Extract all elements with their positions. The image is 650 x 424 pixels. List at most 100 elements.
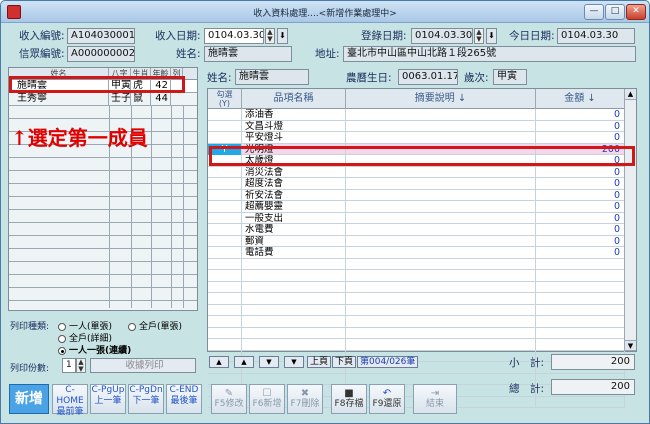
item-row[interactable] bbox=[208, 293, 625, 305]
item-row[interactable]: 平安燈斗 0 bbox=[208, 132, 625, 144]
nav-next-page-button[interactable]: 下頁 bbox=[332, 356, 357, 368]
nav-prev-page-button[interactable]: 上頁 bbox=[307, 356, 332, 368]
item-amount-cell: 0 bbox=[536, 178, 625, 190]
scroll-up-arrow[interactable]: ▲ bbox=[625, 89, 636, 100]
maximize-button[interactable]: □ bbox=[605, 4, 625, 20]
item-name-cell: 消災法會 bbox=[242, 166, 346, 178]
select-member-annotation: ↑選定第一成員 bbox=[11, 126, 148, 150]
item-amount-cell bbox=[536, 258, 625, 270]
item-desc-cell bbox=[346, 189, 536, 201]
item-row[interactable] bbox=[208, 304, 625, 316]
item-row[interactable] bbox=[208, 270, 625, 282]
item-check-cell bbox=[208, 120, 242, 132]
edit-button[interactable]: ✎ F5修改 bbox=[211, 384, 247, 414]
member-row[interactable]: 王秀寧 壬子 鼠 44 bbox=[9, 93, 197, 106]
member-no-field[interactable]: A000000002 bbox=[67, 46, 135, 62]
item-row[interactable]: 郵資 0 bbox=[208, 235, 625, 247]
item-amount-cell bbox=[536, 327, 625, 339]
next-record-button[interactable]: C-PgDn 下一筆 bbox=[128, 384, 164, 414]
item-row[interactable]: 電話費 0 bbox=[208, 247, 625, 259]
new-button[interactable]: ☐ F6新增 bbox=[249, 384, 285, 414]
item-row[interactable]: 祈安法會 0 bbox=[208, 189, 625, 201]
register-date-spinner[interactable]: ▲ ▼ bbox=[474, 28, 484, 44]
exit-label: 結束 bbox=[425, 399, 444, 409]
today-field[interactable]: 0104.03.30 bbox=[557, 28, 635, 44]
income-date-picker[interactable]: ⬇ bbox=[277, 28, 288, 44]
item-row[interactable] bbox=[208, 339, 625, 351]
prev-record-button[interactable]: C-PgUp 上一筆 bbox=[90, 384, 126, 414]
member-name-cell: 王秀寧 bbox=[9, 93, 109, 106]
first-record-button[interactable]: C-HOME 最前筆 bbox=[52, 384, 88, 417]
item-amount-cell: 0 bbox=[536, 247, 625, 259]
item-name-cell: 超薦嬰靈 bbox=[242, 201, 346, 213]
item-row[interactable]: 添油香 0 bbox=[208, 109, 625, 121]
register-date-field[interactable]: 0104.03.30 bbox=[411, 28, 473, 44]
item-row[interactable] bbox=[208, 258, 625, 270]
item-highlight-box bbox=[209, 146, 635, 166]
nav-last-button[interactable]: ▼ bbox=[284, 356, 304, 368]
exit-button[interactable]: ⇥ 結束 bbox=[413, 384, 457, 414]
name-label: 姓名: bbox=[176, 48, 201, 60]
delete-button[interactable]: ✖ F7刪除 bbox=[287, 384, 323, 414]
item-row[interactable]: 水電費 0 bbox=[208, 224, 625, 236]
print-opt-each[interactable]: 一人一張(連續) bbox=[58, 343, 131, 356]
subtotal-label: 小 計: bbox=[509, 357, 545, 369]
items-col-check[interactable]: 勾選 (Y) bbox=[208, 89, 242, 109]
print-receipt-button[interactable]: 收據列印 bbox=[90, 358, 196, 373]
print-opt-household[interactable]: 全戶(單張) bbox=[128, 319, 182, 332]
restore-label: F9還原 bbox=[372, 399, 402, 409]
item-check-cell bbox=[208, 201, 242, 213]
item-desc-cell bbox=[346, 235, 536, 247]
item-row[interactable]: 文昌斗燈 0 bbox=[208, 120, 625, 132]
nav-next-button[interactable]: ▼ bbox=[259, 356, 279, 368]
income-no-field[interactable]: A104030001 bbox=[67, 28, 135, 44]
income-date-spinner[interactable]: ▲ ▼ bbox=[265, 28, 275, 44]
item-name-cell: 郵資 bbox=[242, 235, 346, 247]
item-desc-cell bbox=[346, 166, 536, 178]
address-field[interactable]: 臺北市中山區中山北路１段265號 bbox=[343, 46, 636, 62]
nav-prev-button[interactable]: ▲ bbox=[234, 356, 254, 368]
print-copies-spinner[interactable]: ▲ ▼ bbox=[76, 358, 86, 373]
item-row[interactable] bbox=[208, 316, 625, 328]
income-date-field[interactable]: 0104.03.30 bbox=[204, 28, 264, 44]
item-desc-cell bbox=[346, 247, 536, 259]
print-copies-field[interactable]: 1 bbox=[62, 358, 76, 373]
nav-first-button[interactable]: ▲ bbox=[209, 356, 229, 368]
minimize-button[interactable]: — bbox=[584, 4, 604, 20]
item-amount-cell: 0 bbox=[536, 224, 625, 236]
add-button[interactable]: 新增 bbox=[9, 384, 49, 414]
last-record-button[interactable]: C-END 最後筆 bbox=[166, 384, 202, 414]
save-button[interactable]: ■ F8存檔 bbox=[331, 384, 367, 414]
detail-name-field[interactable]: 施晴雲 bbox=[235, 69, 309, 85]
item-amount-cell bbox=[536, 396, 625, 408]
register-date-picker[interactable]: ⬇ bbox=[486, 28, 497, 44]
detail-birth-label: 農曆生日: bbox=[346, 72, 392, 84]
items-scrollbar[interactable]: ▲ ▼ bbox=[624, 89, 636, 351]
undo-icon: ↶ bbox=[382, 388, 392, 399]
items-col-amount[interactable]: 金額 ↓ bbox=[536, 89, 625, 109]
items-grid: 勾選 (Y) 品項名稱 摘要說明 ↓ 金額 ↓ 添油香 0 文昌斗燈 0 平安燈斗 0 Y 光… bbox=[207, 88, 637, 408]
print-panel: 列印種類: 一人(單張) 全戶(單張) 全戶(詳細) 一人一張(連續) 列印份數… bbox=[8, 314, 198, 376]
total-label: 總 計: bbox=[509, 383, 545, 395]
detail-age-field[interactable]: 甲寅 bbox=[493, 69, 527, 85]
items-col-name[interactable]: 品項名稱 bbox=[242, 89, 346, 109]
item-name-cell: 添油香 bbox=[242, 109, 346, 121]
item-row[interactable]: 消災法會 0 bbox=[208, 166, 625, 178]
scroll-down-arrow[interactable]: ▼ bbox=[625, 340, 636, 351]
items-col-desc[interactable]: 摘要說明 ↓ bbox=[346, 89, 536, 109]
detail-age-label: 歲次: bbox=[464, 72, 489, 84]
item-row[interactable]: 超度法會 0 bbox=[208, 178, 625, 190]
detail-birth-field[interactable]: 0063.01.17 bbox=[398, 69, 458, 85]
name-field[interactable]: 施晴雲 bbox=[204, 46, 292, 62]
item-name-cell bbox=[242, 281, 346, 293]
item-row[interactable] bbox=[208, 327, 625, 339]
item-row[interactable] bbox=[208, 281, 625, 293]
item-row[interactable]: 一般支出 0 bbox=[208, 212, 625, 224]
restore-button[interactable]: ↶ F9還原 bbox=[369, 384, 405, 414]
close-button[interactable]: ✕ bbox=[626, 4, 646, 20]
item-row[interactable]: 超薦嬰靈 0 bbox=[208, 201, 625, 213]
item-check-cell bbox=[208, 339, 242, 351]
income-no-label: 收入編號: bbox=[19, 30, 65, 42]
item-amount-cell bbox=[536, 293, 625, 305]
item-name-cell bbox=[242, 327, 346, 339]
